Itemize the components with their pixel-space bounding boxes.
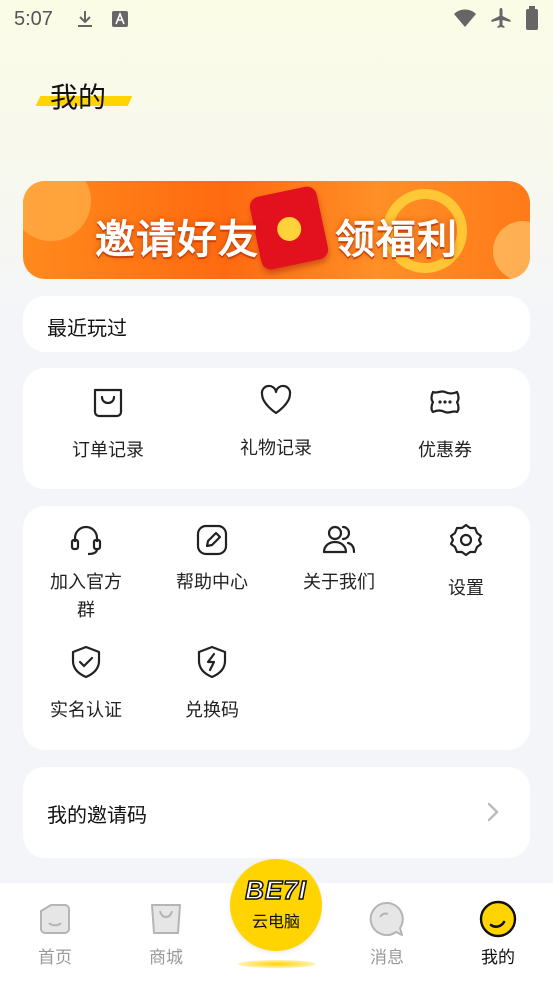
redeem-code-label: 兑换码 xyxy=(185,700,239,720)
order-records-label: 订单记录 xyxy=(72,440,144,460)
banner-decoration xyxy=(493,221,530,279)
banner-left-text: 邀请好友 xyxy=(95,218,259,262)
gift-records-label: 礼物记录 xyxy=(240,438,312,458)
shield-check-icon xyxy=(71,645,101,679)
shield-bolt-icon xyxy=(197,645,227,679)
headset-icon xyxy=(70,525,102,556)
coupons-button[interactable]: 优惠券 xyxy=(385,384,505,462)
shopping-bag-icon xyxy=(93,388,123,418)
recent-played-card[interactable]: 最近玩过 xyxy=(23,296,530,352)
tab-profile-label: 我的 xyxy=(481,948,515,967)
tab-home[interactable]: 首页 xyxy=(15,899,95,968)
about-us-button[interactable]: 关于我们 xyxy=(279,522,399,594)
home-icon xyxy=(40,904,70,934)
heart-icon xyxy=(260,384,292,415)
a-badge-icon xyxy=(111,10,129,28)
settings-button[interactable]: 设置 xyxy=(406,522,526,600)
battery-icon xyxy=(525,6,539,36)
order-records-button[interactable]: 订单记录 xyxy=(48,384,168,462)
center-tab-glow xyxy=(238,960,316,968)
airplane-icon xyxy=(489,6,513,36)
tab-home-label: 首页 xyxy=(38,948,72,967)
real-name-verification-label: 实名认证 xyxy=(50,700,122,720)
join-official-group-button[interactable]: 加入官方群 xyxy=(26,522,146,624)
banner-decoration xyxy=(23,181,91,241)
join-official-group-label: 加入官方群 xyxy=(50,572,122,620)
my-invite-code-label: 我的邀请码 xyxy=(47,805,147,827)
coupons-label: 优惠券 xyxy=(418,440,472,460)
status-bar: 5:07 xyxy=(0,0,553,38)
tab-messages[interactable]: 消息 xyxy=(347,899,427,968)
coupon-icon xyxy=(430,390,460,414)
banner-right-text: 领福利 xyxy=(335,218,458,262)
status-right-group xyxy=(453,6,539,36)
users-icon xyxy=(322,525,356,554)
gift-records-button[interactable]: 礼物记录 xyxy=(216,382,336,460)
records-card: 订单记录 礼物记录 优惠券 xyxy=(23,368,530,489)
tab-store-label: 商城 xyxy=(149,948,183,967)
invite-banner[interactable]: 邀请好友 领福利 xyxy=(23,181,530,279)
message-icon xyxy=(369,901,404,936)
profile-icon xyxy=(479,900,517,938)
red-envelope-icon xyxy=(248,184,330,272)
page-title: 我的 xyxy=(50,82,107,113)
status-time: 5:07 xyxy=(14,7,53,30)
wifi-icon xyxy=(453,8,477,34)
tab-profile[interactable]: 我的 xyxy=(458,899,538,968)
recent-played-label: 最近玩过 xyxy=(47,318,127,340)
real-name-verification-button[interactable]: 实名认证 xyxy=(26,644,146,722)
download-icon xyxy=(75,9,95,29)
store-icon xyxy=(151,904,181,934)
edit-icon xyxy=(196,524,228,556)
redeem-code-button[interactable]: 兑换码 xyxy=(152,644,272,722)
settings-label: 设置 xyxy=(448,578,484,598)
gear-icon xyxy=(449,523,483,557)
my-invite-code-row[interactable]: 我的邀请码 xyxy=(23,767,530,858)
chevron-right-icon xyxy=(487,802,499,822)
tab-messages-label: 消息 xyxy=(370,948,404,967)
help-center-label: 帮助中心 xyxy=(176,572,248,592)
services-card: 加入官方群 帮助中心 关于我们 设置 实名认证 兑换码 xyxy=(23,506,530,750)
about-us-label: 关于我们 xyxy=(303,572,375,592)
tab-cloud-pc-label: 云电脑 xyxy=(251,913,300,931)
help-center-button[interactable]: 帮助中心 xyxy=(152,522,272,594)
page-title-group: 我的 xyxy=(35,76,133,116)
cloud-pc-logo: BE7I xyxy=(244,874,307,906)
tab-cloud-pc[interactable]: BE7I 云电脑 xyxy=(230,859,322,951)
tab-store[interactable]: 商城 xyxy=(126,899,206,968)
